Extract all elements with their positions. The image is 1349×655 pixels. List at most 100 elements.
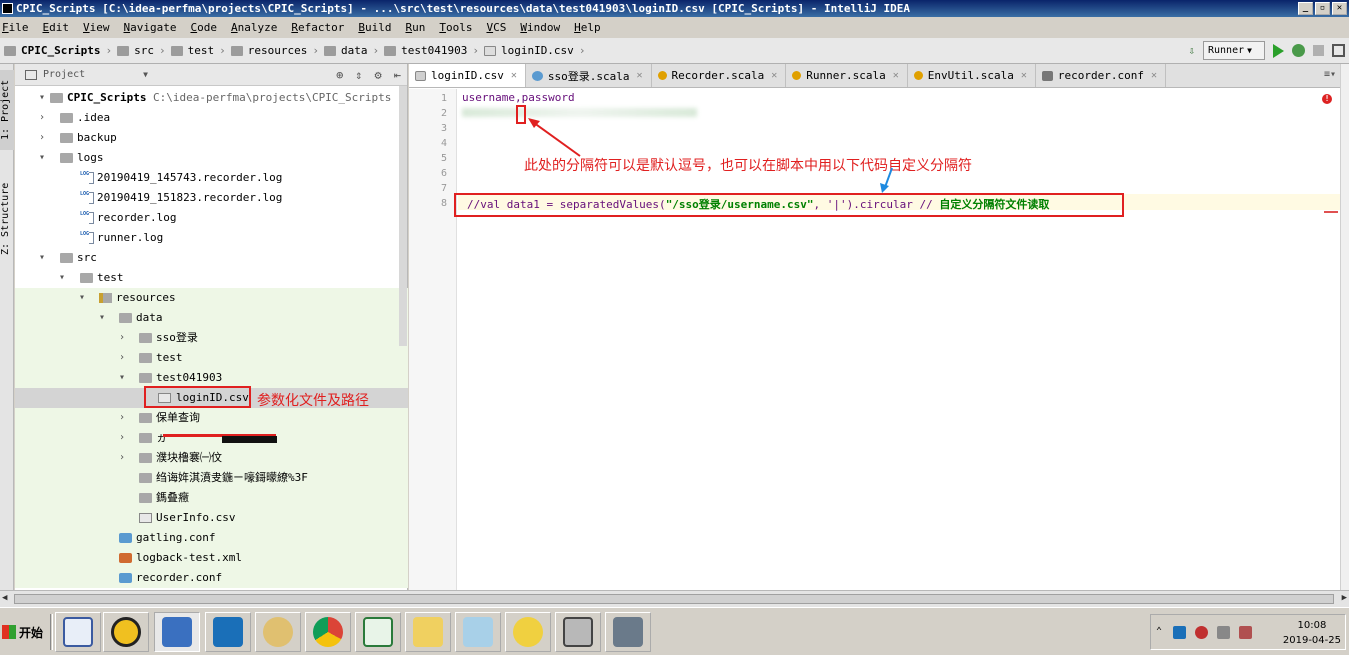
network-icon[interactable] <box>1195 626 1208 639</box>
tree-item-root[interactable]: ▾ CPIC_Scripts C:\idea-perfma\projects\C… <box>15 88 408 108</box>
tab-structure[interactable]: Z: Structure <box>0 174 14 264</box>
tree-item[interactable]: 20190419_145743.recorder.log <box>15 164 408 188</box>
sort-icon[interactable]: ⇩ <box>1188 44 1195 57</box>
hide-icon[interactable]: ⇤ <box>394 68 401 82</box>
run-config-select[interactable]: Runner ▼ <box>1203 41 1265 60</box>
tree-item[interactable]: › .idea <box>15 108 408 128</box>
menu-analyze[interactable]: Analyze <box>231 21 277 34</box>
arrow-right-icon[interactable]: ▶ <box>1342 593 1347 603</box>
tree-item[interactable]: runner.log <box>15 224 408 248</box>
tab-project[interactable]: 1: Project <box>0 70 14 150</box>
tree-item[interactable]: ▾ data <box>15 308 408 328</box>
tree-item[interactable]: 20190419_151823.recorder.log <box>15 184 408 208</box>
chevron-right-icon[interactable]: › <box>117 448 127 468</box>
chevron-right-icon[interactable]: › <box>117 428 127 448</box>
menu-refactor[interactable]: Refactor <box>291 21 344 34</box>
tree-item[interactable]: 鎷叠癥 <box>15 488 408 508</box>
chevron-up-icon[interactable]: ⌃ <box>1156 626 1169 639</box>
tab-logincsv[interactable]: loginID.csv ✕ <box>409 64 526 87</box>
clock[interactable]: 10:08 2019-04-25 <box>1283 618 1341 648</box>
tree-item[interactable]: › test <box>15 348 408 368</box>
taskbar-app-word[interactable] <box>55 612 101 652</box>
taskbar-app-chrome[interactable] <box>305 612 351 652</box>
chevron-right-icon[interactable]: › <box>117 348 127 368</box>
locate-icon[interactable]: ⊕ <box>336 68 343 82</box>
tree-item[interactable]: › ヵ <box>15 428 408 448</box>
breadcrumb-item-test[interactable]: test <box>170 44 214 57</box>
tree-item[interactable]: › 保单查询 <box>15 408 408 428</box>
chevron-down-icon[interactable]: ▼ <box>143 70 148 79</box>
close-icon[interactable]: ✕ <box>637 70 643 81</box>
taskbar-app-lock[interactable] <box>605 612 651 652</box>
maximize-button[interactable]: ▫ <box>1315 2 1330 15</box>
tree-item[interactable]: recorder.log <box>15 204 408 228</box>
menu-code[interactable]: Code <box>190 21 217 34</box>
menu-tools[interactable]: Tools <box>439 21 472 34</box>
chevron-down-icon[interactable]: ▾ <box>57 268 67 288</box>
chevron-right-icon[interactable]: › <box>117 408 127 428</box>
chevron-down-icon[interactable]: ▾ <box>117 368 127 388</box>
taskbar-app-excel[interactable] <box>355 612 401 652</box>
tree-item[interactable]: logback-test.xml <box>15 548 408 568</box>
tab-recorder-scala[interactable]: Recorder.scala ✕ <box>652 64 787 87</box>
tree-item[interactable]: recorder.conf <box>15 568 408 588</box>
horizontal-scrollbar[interactable]: ◀ ▶ <box>0 590 1349 607</box>
close-icon[interactable]: ✕ <box>771 70 777 81</box>
menu-build[interactable]: Build <box>358 21 391 34</box>
volume-icon[interactable] <box>1239 626 1252 639</box>
tree-item[interactable]: ▾ resources <box>15 288 408 308</box>
tree-item[interactable]: ▾ test041903 <box>15 368 408 388</box>
tree-item[interactable]: 绉诲姩淇濆叏鍦ㄧ嚎鎶曚繚%3F <box>15 468 408 488</box>
chevron-down-icon[interactable]: ▾ <box>37 88 47 108</box>
menu-vcs[interactable]: VCS <box>486 21 506 34</box>
minimize-button[interactable]: _ <box>1298 2 1313 15</box>
project-structure-icon[interactable] <box>1332 44 1345 57</box>
breadcrumb-item-test041903[interactable]: test041903 <box>384 44 467 57</box>
scrollbar[interactable] <box>399 86 407 346</box>
taskbar-app-intellij[interactable] <box>205 612 251 652</box>
tab-envutil-scala[interactable]: EnvUtil.scala ✕ <box>908 64 1036 87</box>
tree-item[interactable]: ▾ logs <box>15 148 408 168</box>
menu-help[interactable]: Help <box>574 21 601 34</box>
chevron-down-icon[interactable]: ▾ <box>37 148 47 168</box>
tree-item[interactable]: › 濮块橹褰㈠伩 <box>15 448 408 468</box>
tabs-menu-icon[interactable]: ≡▾ <box>1324 69 1336 80</box>
menu-edit[interactable]: Edit <box>43 21 70 34</box>
taskbar-app-notepad[interactable] <box>455 612 501 652</box>
tree-item[interactable]: ▾ test <box>15 268 408 288</box>
menu-view[interactable]: View <box>83 21 110 34</box>
chevron-down-icon[interactable]: ▾ <box>97 308 107 328</box>
taskbar-app-chain[interactable] <box>255 612 301 652</box>
run-icon[interactable] <box>1273 43 1284 58</box>
chevron-right-icon[interactable]: › <box>37 128 47 148</box>
project-panel-title[interactable]: Project <box>43 69 85 80</box>
chevron-down-icon[interactable]: ▾ <box>77 288 87 308</box>
taskbar-app-window[interactable] <box>555 612 601 652</box>
taskbar-app-chat[interactable] <box>505 612 551 652</box>
chevron-down-icon[interactable]: ▾ <box>37 248 47 268</box>
chevron-right-icon[interactable]: › <box>37 108 47 128</box>
tab-runner-scala[interactable]: Runner.scala ✕ <box>786 64 908 87</box>
menu-navigate[interactable]: Navigate <box>124 21 177 34</box>
tree-item[interactable]: ▾ src <box>15 248 408 268</box>
breadcrumb-item-project[interactable]: CPIC_Scripts <box>4 44 100 57</box>
breadcrumb-item-resources[interactable]: resources <box>230 44 307 57</box>
debug-icon[interactable] <box>1292 44 1305 57</box>
editor-vertical-scrollbar[interactable] <box>1340 64 1349 590</box>
error-stripe-marker[interactable] <box>1324 211 1338 213</box>
menu-run[interactable]: Run <box>405 21 425 34</box>
breadcrumb-item-file[interactable]: loginID.csv <box>483 44 574 57</box>
menu-window[interactable]: Window <box>520 21 560 34</box>
arrow-left-icon[interactable]: ◀ <box>2 593 7 603</box>
tree-item[interactable]: › backup <box>15 128 408 148</box>
collapse-icon[interactable]: ⇕ <box>355 68 362 82</box>
close-icon[interactable]: ✕ <box>1151 70 1157 81</box>
breadcrumb-item-src[interactable]: src <box>117 44 154 57</box>
intellij-tray-icon[interactable] <box>1173 626 1186 639</box>
code-line-1[interactable]: username,password <box>462 91 575 104</box>
gear-icon[interactable]: ⚙ <box>375 68 382 82</box>
breadcrumb-item-data[interactable]: data <box>323 44 367 57</box>
tree-item[interactable]: UserInfo.csv <box>15 508 408 528</box>
device-icon[interactable] <box>1217 626 1230 639</box>
chevron-right-icon[interactable]: › <box>117 328 127 348</box>
